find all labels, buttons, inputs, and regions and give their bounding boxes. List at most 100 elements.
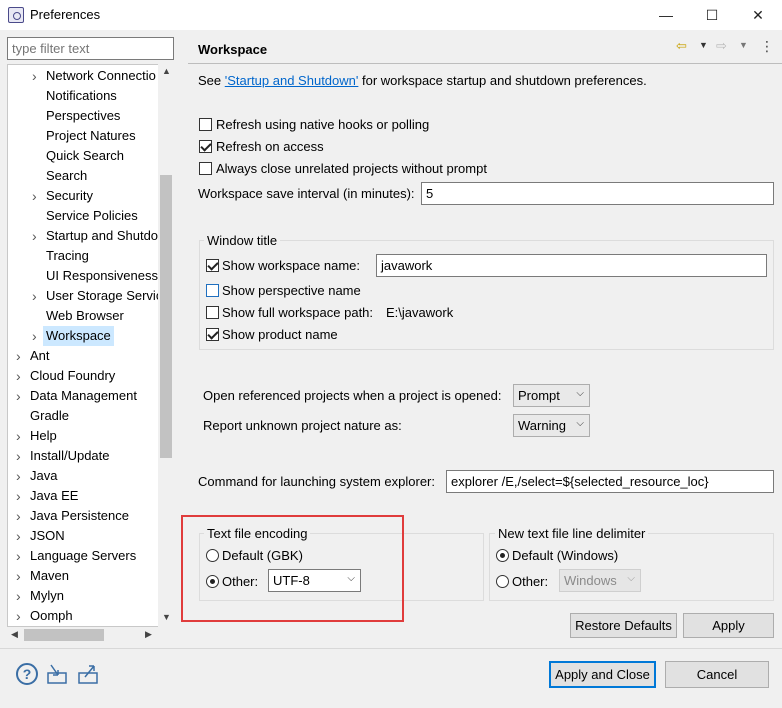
scroll-right-icon[interactable]: ▶ (145, 629, 152, 640)
tree-item[interactable]: › Java (8, 466, 168, 486)
chevron-right-icon[interactable]: › (16, 486, 26, 506)
close-button[interactable]: ✕ (735, 0, 781, 30)
delimiter-select[interactable]: Windows ⌵ (559, 569, 641, 592)
save-interval-input[interactable]: 5 (421, 182, 774, 205)
apply-and-close-button[interactable]: Apply and Close (549, 661, 656, 688)
preference-tree[interactable]: › Network Connectio Notifications Perspecti… (7, 64, 174, 627)
tree-item[interactable]: › Help (8, 426, 168, 446)
tree-item[interactable]: › Maven (8, 566, 168, 586)
scroll-up-icon[interactable]: ▲ (162, 66, 171, 76)
apply-button[interactable]: Apply (683, 613, 774, 638)
tree-item[interactable]: Search (8, 166, 168, 186)
tree-item[interactable]: Project Natures (8, 126, 168, 146)
chevron-right-icon[interactable]: › (32, 66, 42, 86)
chevron-down-icon: ⌵ (627, 573, 635, 584)
refresh-access-checkbox[interactable] (199, 140, 212, 153)
tree-item-label: JSON (30, 528, 65, 543)
chevron-right-icon[interactable]: › (16, 586, 26, 606)
tree-item[interactable]: › Startup and Shutdo (8, 226, 168, 246)
tree-item-label: Java (30, 468, 58, 483)
workspace-name-input[interactable]: javawork (376, 254, 767, 277)
open-referenced-select[interactable]: Prompt ⌵ (513, 384, 590, 407)
chevron-right-icon[interactable]: › (16, 506, 26, 526)
tree-item[interactable]: › Install/Update (8, 446, 168, 466)
tree-item[interactable]: Quick Search (8, 146, 168, 166)
delimiter-other-radio[interactable] (496, 575, 509, 588)
tree-item-label: Service Policies (46, 208, 138, 223)
tree-item[interactable]: › Mylyn (8, 586, 168, 606)
tree-item[interactable]: › Java Persistence (8, 506, 168, 526)
unknown-nature-label: Report unknown project nature as: (203, 418, 402, 433)
open-referenced-value: Prompt (518, 388, 560, 403)
always-close-checkbox[interactable] (199, 162, 212, 175)
nav-forward-icon[interactable]: ⇨ (716, 38, 727, 54)
cancel-button[interactable]: Cancel (665, 661, 769, 688)
tree-item-label: Project Natures (46, 128, 136, 143)
chevron-right-icon[interactable]: › (16, 566, 26, 586)
tree-vertical-scroll-thumb[interactable] (160, 175, 172, 458)
tree-item[interactable]: › Ant (8, 346, 168, 366)
restore-defaults-button[interactable]: Restore Defaults (570, 613, 677, 638)
show-full-path-checkbox[interactable] (206, 306, 219, 319)
chevron-right-icon[interactable]: › (32, 186, 42, 206)
tree-item-label: Cloud Foundry (30, 368, 116, 383)
tree-item[interactable]: Tracing (8, 246, 168, 266)
scroll-down-icon[interactable]: ▼ (162, 612, 171, 622)
chevron-right-icon[interactable]: › (16, 366, 26, 386)
startup-shutdown-link[interactable]: 'Startup and Shutdown' (225, 73, 359, 88)
chevron-right-icon[interactable]: › (16, 606, 26, 626)
tree-item[interactable]: Gradle (8, 406, 168, 426)
chevron-right-icon[interactable]: › (32, 286, 42, 306)
forward-menu-chevron-icon[interactable]: ▼ (739, 40, 748, 50)
tree-item[interactable]: UI Responsiveness (8, 266, 168, 286)
show-product-name-checkbox[interactable] (206, 328, 219, 341)
tree-item[interactable]: › Java EE (8, 486, 168, 506)
tree-item[interactable]: Perspectives (8, 106, 168, 126)
chevron-right-icon[interactable]: › (16, 346, 26, 366)
tree-item[interactable]: Web Browser (8, 306, 168, 326)
tree-item[interactable]: › Workspace (8, 326, 168, 346)
tree-horizontal-scroll-thumb[interactable] (24, 629, 104, 641)
chevron-right-icon[interactable]: › (16, 446, 26, 466)
tree-item[interactable]: › User Storage Servic (8, 286, 168, 306)
tree-item[interactable]: › Oomph (8, 606, 168, 626)
view-menu-icon[interactable]: ⋮ (760, 38, 774, 55)
nav-back-icon[interactable]: ⇦ (676, 38, 687, 54)
tree-item[interactable]: › Network Connectio (8, 66, 168, 86)
minimize-button[interactable]: — (643, 0, 689, 30)
export-icon[interactable] (77, 663, 99, 685)
chevron-right-icon[interactable]: › (32, 226, 42, 246)
delimiter-default-radio[interactable] (496, 549, 509, 562)
tree-item-label: Maven (30, 568, 70, 583)
refresh-native-checkbox[interactable] (199, 118, 212, 131)
back-menu-chevron-icon[interactable]: ▼ (699, 40, 708, 50)
show-workspace-name-checkbox[interactable] (206, 259, 219, 272)
scroll-left-icon[interactable]: ◀ (11, 629, 18, 640)
explorer-command-input[interactable]: explorer /E,/select=${selected_resource_… (446, 470, 774, 493)
tree-item[interactable]: › JSON (8, 526, 168, 546)
help-icon[interactable]: ? (16, 663, 38, 685)
tree-item[interactable]: Notifications (8, 86, 168, 106)
chevron-right-icon[interactable]: › (16, 386, 26, 406)
chevron-right-icon[interactable]: › (16, 426, 26, 446)
tree-item[interactable]: › Data Management (8, 386, 168, 406)
show-perspective-name-checkbox[interactable] (206, 284, 219, 297)
chevron-right-icon[interactable]: › (16, 546, 26, 566)
tree-item[interactable]: › Security (8, 186, 168, 206)
tree-item[interactable]: › Language Servers (8, 546, 168, 566)
tree-item-label: Oomph (30, 608, 73, 623)
encoding-highlight-box (181, 515, 404, 622)
unknown-nature-select[interactable]: Warning ⌵ (513, 414, 590, 437)
tree-item[interactable]: › Cloud Foundry (8, 366, 168, 386)
maximize-button[interactable]: ☐ (689, 0, 735, 30)
always-close-label: Always close unrelated projects without … (216, 161, 487, 176)
show-perspective-name-label: Show perspective name (222, 283, 361, 298)
chevron-right-icon[interactable]: › (16, 466, 26, 486)
import-icon[interactable] (46, 663, 68, 685)
intro-suffix: for workspace startup and shutdown prefe… (358, 73, 647, 88)
tree-item[interactable]: Service Policies (8, 206, 168, 226)
filter-input[interactable] (7, 37, 174, 60)
chevron-right-icon[interactable]: › (16, 526, 26, 546)
window-title-group-label: Window title (204, 233, 281, 248)
chevron-right-icon[interactable]: › (32, 326, 42, 346)
